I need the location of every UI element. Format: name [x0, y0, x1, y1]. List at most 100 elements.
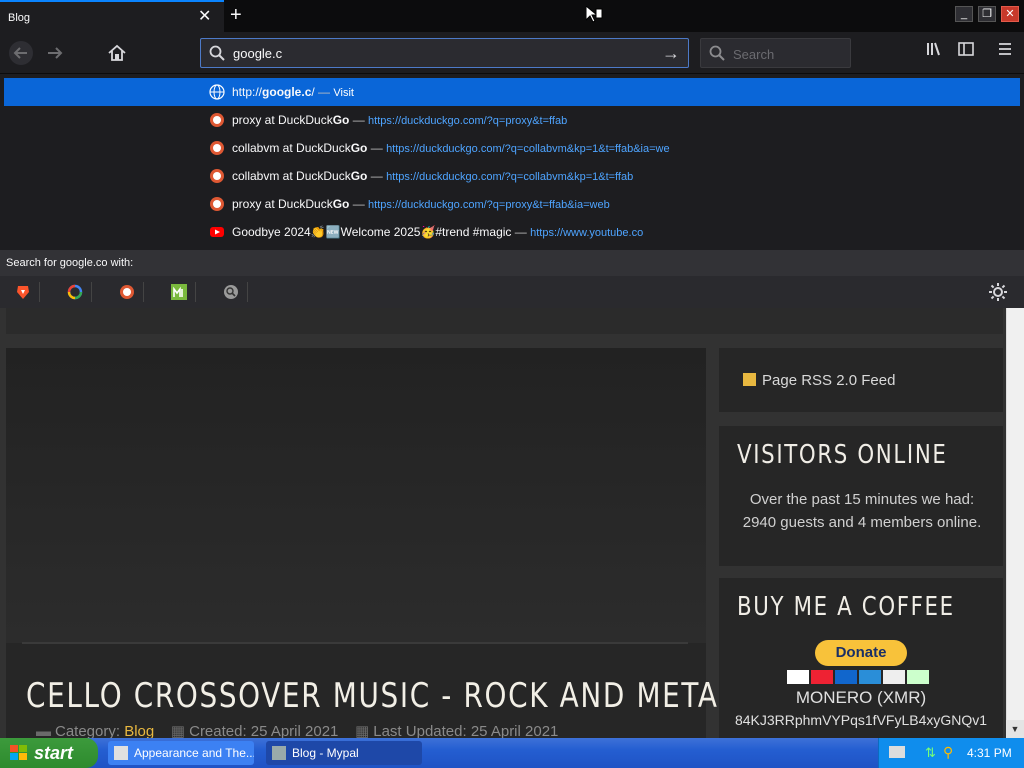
suggestion-title: collabvm at DuckDuck [232, 141, 351, 155]
divider [22, 642, 688, 644]
suggestion-separator: — [349, 113, 369, 127]
tab-blog[interactable]: Blog ✕ [0, 0, 224, 32]
suggestion-separator: — [511, 225, 531, 239]
home-icon [108, 44, 126, 61]
menu-icon[interactable] [992, 40, 1018, 66]
duckduckgo-icon [210, 197, 224, 211]
mojeek-search-icon[interactable] [166, 282, 196, 302]
created-date: Created: 25 April 2021 [189, 723, 339, 738]
url-autocomplete-popup: http://google.c/ — Visit proxy at DuckDu… [0, 74, 1024, 308]
suggestion-title: proxy at DuckDuck [232, 113, 333, 127]
keyboard-icon[interactable] [889, 746, 905, 758]
suggestion-title-match: Go [350, 169, 368, 183]
search-input[interactable]: Search [733, 47, 774, 62]
rss-feed-label: Page RSS 2.0 Feed [762, 372, 896, 389]
vertical-scrollbar[interactable] [1006, 308, 1024, 738]
suggestion-url: https://duckduckgo.com/?q=proxy&t=ffab&i… [368, 199, 610, 211]
article-meta: ▬ Category: Blog ▦ Created: 25 April 2021 … [36, 722, 558, 738]
suggestion-title-match: Go [350, 141, 368, 155]
visitors-text: Over the past 15 minutes we had: 2940 gu… [742, 491, 982, 531]
mastercard-icon [811, 670, 833, 684]
suggestion-row[interactable]: collabvm at DuckDuckGo — https://duckduc… [4, 162, 1020, 190]
rss-feed-link[interactable]: Page RSS 2.0 Feed [743, 372, 895, 389]
mypal-icon [272, 746, 286, 760]
minimize-button[interactable]: _ [955, 6, 973, 22]
search-settings-gear-icon[interactable] [988, 282, 1008, 302]
duckduckgo-search-icon[interactable] [114, 282, 144, 302]
library-icon[interactable] [921, 40, 947, 66]
payment-cards [787, 670, 935, 684]
monero-address: 84KJ3RRphmVYPqs1fVFyLB4xyGNQv1 [734, 712, 988, 728]
system-tray: ⇅ ⚲ 4:31 PM [878, 738, 1024, 768]
suggestion-title: proxy at DuckDuck [232, 197, 333, 211]
taskbar-item-mypal[interactable]: Blog - Mypal [266, 741, 422, 765]
taskbar-item-label: Appearance and The... [134, 746, 254, 760]
suggestion-row[interactable]: proxy at DuckDuckGo — https://duckduckgo… [4, 106, 1020, 134]
back-button[interactable] [8, 40, 34, 66]
search-tray-icon[interactable]: ⚲ [943, 744, 953, 761]
web-page-content: CELLO CROSSOVER MUSIC - ROCK AND METAL ▬… [0, 308, 1006, 738]
url-input[interactable]: google.c [233, 46, 282, 61]
suggestion-separator: — [367, 169, 387, 183]
suggestion-separator: — [314, 85, 334, 99]
duckduckgo-icon [210, 113, 224, 127]
url-bar[interactable]: google.c → [200, 38, 689, 68]
tab-close-icon[interactable]: ✕ [198, 9, 211, 25]
article-column: CELLO CROSSOVER MUSIC - ROCK AND METAL ▬… [6, 348, 734, 738]
sidebar-icon[interactable] [953, 40, 979, 66]
go-arrow-icon[interactable]: → [662, 43, 680, 64]
visa-icon [787, 670, 809, 684]
taskbar-item-label: Blog - Mypal [292, 746, 359, 760]
category-link[interactable]: Blog [124, 723, 154, 738]
search-bar[interactable]: Search [700, 38, 851, 68]
discover-icon [883, 670, 905, 684]
monero-label: MONERO (XMR) [795, 688, 927, 707]
home-button[interactable] [104, 40, 130, 66]
suggestion-row[interactable]: http://google.c/ — Visit [4, 78, 1020, 106]
control-panel-icon [114, 746, 128, 760]
brave-search-icon[interactable] [10, 282, 40, 302]
suggestion-separator: — [367, 141, 387, 155]
suggestion-row[interactable]: Goodbye 2024👏🆕Welcome 2025🥳#trend #magic… [4, 218, 1020, 246]
article-image [6, 348, 706, 643]
suggestion-row[interactable]: proxy at DuckDuckGo — https://duckduckgo… [4, 190, 1020, 218]
buy-me-a-coffee-panel: BUY ME A COFFEE Donate MONERO (XMR) 84KJ… [719, 578, 1003, 738]
start-button[interactable]: start [0, 738, 98, 768]
suggestion-url: https://duckduckgo.com/?q=collabvm&kp=1&… [386, 143, 670, 155]
restore-button[interactable]: ❐ [978, 6, 996, 22]
windows-logo-icon [10, 745, 27, 760]
clock: 4:31 PM [967, 746, 1012, 760]
search-icon [209, 45, 225, 61]
title-bar: Blog ✕ + _ ❐ ✕ [0, 0, 1024, 32]
suggestion-title-match: Go [332, 113, 350, 127]
donate-button[interactable]: Donate [815, 640, 907, 666]
amex-icon [859, 670, 881, 684]
forward-button[interactable] [42, 40, 68, 66]
close-window-button[interactable]: ✕ [1001, 6, 1019, 22]
new-tab-icon[interactable]: + [230, 5, 242, 25]
duckduckgo-icon [210, 169, 224, 183]
header-strip [6, 308, 1003, 334]
youtube-icon [210, 227, 224, 237]
rss-icon [743, 373, 756, 386]
taskbar-item-appearance[interactable]: Appearance and The... [108, 741, 254, 765]
forward-arrow-icon [48, 47, 63, 59]
search-with-label: Search for google.co with: [0, 250, 1024, 276]
duckduckgo-icon [210, 141, 224, 155]
back-arrow-icon [9, 41, 33, 65]
article-title[interactable]: CELLO CROSSOVER MUSIC - ROCK AND METAL [26, 676, 736, 716]
scroll-down-arrow-icon[interactable]: ▼ [1006, 720, 1024, 738]
calendar-icon: ▦ [355, 723, 370, 738]
network-icon[interactable]: ⇅ [925, 745, 936, 761]
search-icon [709, 45, 725, 61]
suggestion-separator: — [349, 197, 369, 211]
maestro-icon [835, 670, 857, 684]
other-search-icon[interactable] [218, 282, 248, 302]
suggestion-url: https://duckduckgo.com/?q=proxy&t=ffab [368, 115, 568, 127]
taskbar: start Appearance and The... Blog - Mypal… [0, 738, 1024, 768]
suggestion-title: http:// [232, 85, 263, 99]
suggestion-title: collabvm at DuckDuck [232, 169, 351, 183]
navigation-toolbar: google.c → Search [0, 32, 1024, 74]
google-search-icon[interactable] [62, 282, 92, 302]
suggestion-row[interactable]: collabvm at DuckDuckGo — https://duckduc… [4, 134, 1020, 162]
